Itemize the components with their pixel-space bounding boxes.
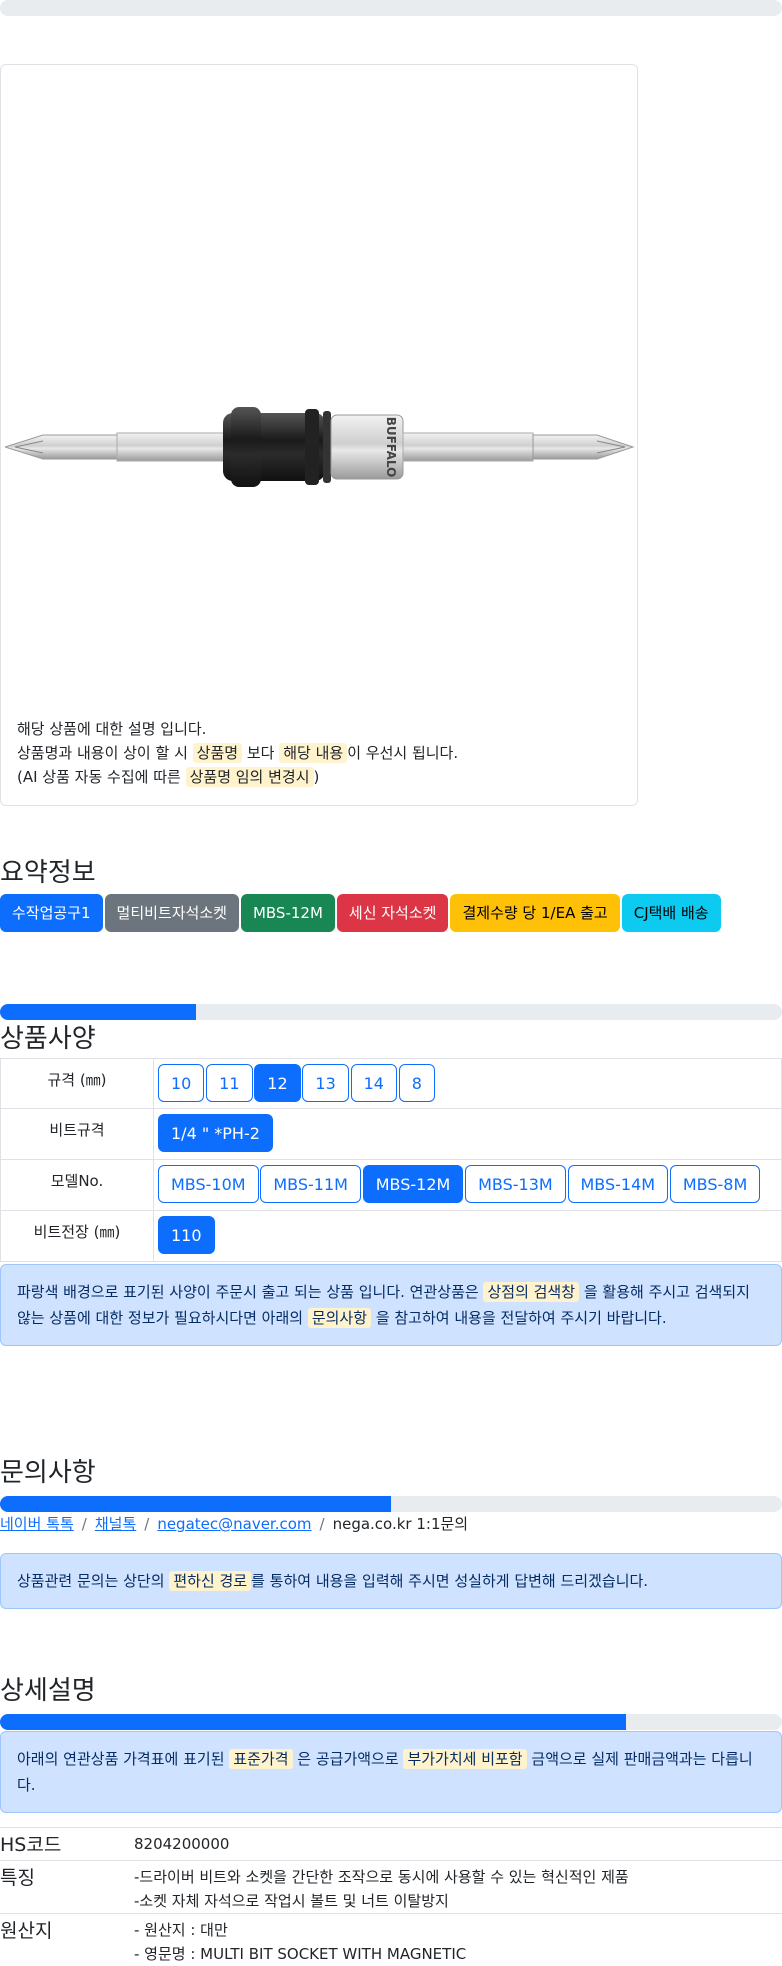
info-key-origin: 원산지 — [0, 1914, 134, 1966]
spec-row-bit: 비트규격 1/4 " *PH-2 — [1, 1109, 782, 1160]
notice-text: (AI 상품 자동 수집에 따른 — [17, 768, 181, 786]
notice-text: 보다 — [247, 744, 275, 762]
option-size-14[interactable]: 14 — [351, 1064, 397, 1102]
spec-table: 규격 (㎜) 10 11 12 13 14 8 비트규격 1/4 " *PH-2… — [0, 1058, 782, 1262]
alert-text: 를 통하여 내용을 입력해 주시면 성실하게 답변해 드리겠습니다. — [251, 1572, 648, 1590]
option-size-10[interactable]: 10 — [158, 1064, 204, 1102]
alert-text: 상품관련 문의는 상단의 — [17, 1572, 165, 1590]
email-link[interactable]: negatec@naver.com — [157, 1515, 311, 1533]
alert-text: 은 공급가액으로 — [297, 1750, 398, 1768]
alert-highlight: 부가가치세 비포함 — [403, 1749, 526, 1769]
detail-alert: 아래의 연관상품 가격표에 표기된 표준가격 은 공급가액으로 부가가치세 비포… — [0, 1731, 782, 1813]
spec-row-model: 모델No. MBS-10M MBS-11M MBS-12M MBS-13M MB… — [1, 1160, 782, 1211]
notice-highlight: 상품명 임의 변경시 — [186, 767, 314, 787]
info-value-features: -드라이버 비트와 소켓을 간단한 조작으로 동시에 사용할 수 있는 혁신적인… — [134, 1861, 782, 1914]
option-model-mbs-8m[interactable]: MBS-8M — [670, 1165, 760, 1203]
inquiry-progress-bar — [0, 1496, 391, 1512]
summary-badge-shipping: CJ택배 배송 — [622, 894, 721, 932]
summary-title: 요약정보 — [0, 852, 96, 889]
alert-highlight: 상점의 검색창 — [483, 1282, 579, 1302]
info-line: 8204200000 — [134, 1832, 782, 1856]
info-line: -드라이버 비트와 소켓을 간단한 조작으로 동시에 사용할 수 있는 혁신적인… — [134, 1865, 782, 1889]
spec-row-length: 비트전장 (㎜) 110 — [1, 1211, 782, 1262]
inquiry-progress — [0, 1496, 782, 1512]
notice-text: 상품명과 내용이 상이 할 시 — [17, 744, 188, 762]
notice-line-3: (AI 상품 자동 수집에 따른 상품명 임의 변경시) — [17, 765, 458, 789]
spec-title: 상품사양 — [0, 1018, 96, 1055]
spec-label-bit: 비트규격 — [1, 1109, 154, 1160]
option-model-mbs-12m[interactable]: MBS-12M — [363, 1165, 464, 1203]
spec-options-bit: 1/4 " *PH-2 — [154, 1109, 782, 1160]
spec-options-length: 110 — [154, 1211, 782, 1262]
info-row-features: 특징 -드라이버 비트와 소켓을 간단한 조작으로 동시에 사용할 수 있는 혁… — [0, 1861, 782, 1914]
inquiry-links: 네이버 톡톡 / 채널톡 / negatec@naver.com / nega.co.kr … — [0, 1513, 468, 1534]
notice-text: 이 우선시 됩니다. — [347, 744, 458, 762]
link-separator: / — [82, 1515, 87, 1533]
option-model-mbs-14m[interactable]: MBS-14M — [568, 1165, 669, 1203]
info-key-features: 특징 — [0, 1861, 134, 1914]
notice-line-2: 상품명과 내용이 상이 할 시 상품명 보다 해당 내용이 우선시 됩니다. — [17, 741, 458, 765]
info-key-hscode: HS코드 — [0, 1828, 134, 1861]
option-size-13[interactable]: 13 — [302, 1064, 348, 1102]
notice-highlight: 해당 내용 — [279, 743, 347, 763]
summary-badge-brand: 세신 자석소켓 — [337, 894, 449, 932]
option-size-12[interactable]: 12 — [254, 1064, 300, 1102]
alert-text: 아래의 연관상품 가격표에 표기된 — [17, 1750, 225, 1768]
naver-talk-link[interactable]: 네이버 톡톡 — [0, 1515, 74, 1533]
info-line: - 원산지 : 대만 — [134, 1918, 782, 1942]
option-model-mbs-11m[interactable]: MBS-11M — [260, 1165, 361, 1203]
product-image: BUFFALO — [5, 385, 635, 509]
product-image-card: BUFFALO 해당 상품에 대한 설명 입니다. 상품명과 내용이 상이 할 … — [0, 64, 638, 806]
option-model-mbs-13m[interactable]: MBS-13M — [465, 1165, 566, 1203]
product-notice: 해당 상품에 대한 설명 입니다. 상품명과 내용이 상이 할 시 상품명 보다… — [17, 717, 458, 789]
summary-badge-category: 수작업공구1 — [0, 894, 103, 932]
alert-highlight: 편하신 경로 — [169, 1571, 251, 1591]
info-row-origin: 원산지 - 원산지 : 대만 - 영문명 : MULTI BIT SOCKET … — [0, 1914, 782, 1966]
option-model-mbs-10m[interactable]: MBS-10M — [158, 1165, 259, 1203]
spec-alert: 파랑색 배경으로 표기된 사양이 주문시 출고 되는 상품 입니다. 연관상품은… — [0, 1264, 782, 1346]
notice-text: ) — [314, 768, 320, 786]
notice-highlight: 상품명 — [193, 743, 242, 763]
spec-options-size: 10 11 12 13 14 8 — [154, 1059, 782, 1109]
spec-label-length: 비트전장 (㎜) — [1, 1211, 154, 1262]
info-value-origin: - 원산지 : 대만 - 영문명 : MULTI BIT SOCKET WITH… — [134, 1914, 782, 1966]
spec-progress — [0, 1004, 782, 1020]
summary-badge-quantity: 결제수량 당 1/EA 출고 — [450, 894, 619, 932]
info-line: -소켓 자체 자석으로 작업시 볼트 및 너트 이탈방지 — [134, 1889, 782, 1913]
detail-progress-bar — [0, 1714, 626, 1730]
detail-progress — [0, 1714, 782, 1730]
alert-text: 파랑색 배경으로 표기된 사양이 주문시 출고 되는 상품 입니다. 연관상품은 — [17, 1283, 479, 1301]
spec-label-size: 규격 (㎜) — [1, 1059, 154, 1109]
site-inquiry-text: nega.co.kr 1:1문의 — [333, 1515, 469, 1533]
spec-label-model: 모델No. — [1, 1160, 154, 1211]
link-separator: / — [144, 1515, 149, 1533]
summary-badge-model: MBS-12M — [241, 894, 335, 932]
product-info-table: HS코드 8204200000 특징 -드라이버 비트와 소켓을 간단한 조작으… — [0, 1827, 782, 1966]
alert-highlight: 표준가격 — [229, 1749, 292, 1769]
option-bit-ph2[interactable]: 1/4 " *PH-2 — [158, 1114, 273, 1152]
summary-badges: 수작업공구1 멀티비트자석소켓 MBS-12M 세신 자석소켓 결제수량 당 1… — [0, 894, 721, 932]
link-separator: / — [320, 1515, 325, 1533]
channel-talk-link[interactable]: 채널톡 — [95, 1515, 136, 1533]
spec-row-size: 규격 (㎜) 10 11 12 13 14 8 — [1, 1059, 782, 1109]
info-line: - 영문명 : MULTI BIT SOCKET WITH MAGNETIC — [134, 1942, 782, 1966]
brand-text: BUFFALO — [384, 417, 398, 478]
alert-text: 을 참고하여 내용을 전달하여 주시기 바랍니다. — [376, 1309, 667, 1327]
alert-highlight: 문의사항 — [308, 1308, 371, 1328]
spec-options-model: MBS-10M MBS-11M MBS-12M MBS-13M MBS-14M … — [154, 1160, 782, 1211]
top-progress-track — [0, 0, 782, 16]
option-size-8[interactable]: 8 — [399, 1064, 435, 1102]
summary-badge-product: 멀티비트자석소켓 — [105, 894, 239, 932]
inquiry-title: 문의사항 — [0, 1452, 96, 1489]
option-size-11[interactable]: 11 — [206, 1064, 252, 1102]
detail-title: 상세설명 — [0, 1670, 96, 1707]
notice-line-1: 해당 상품에 대한 설명 입니다. — [17, 717, 458, 741]
info-row-hscode: HS코드 8204200000 — [0, 1828, 782, 1861]
info-value-hscode: 8204200000 — [134, 1828, 782, 1861]
inquiry-alert: 상품관련 문의는 상단의 편하신 경로를 통하여 내용을 입력해 주시면 성실하… — [0, 1553, 782, 1609]
option-length-110[interactable]: 110 — [158, 1216, 215, 1254]
